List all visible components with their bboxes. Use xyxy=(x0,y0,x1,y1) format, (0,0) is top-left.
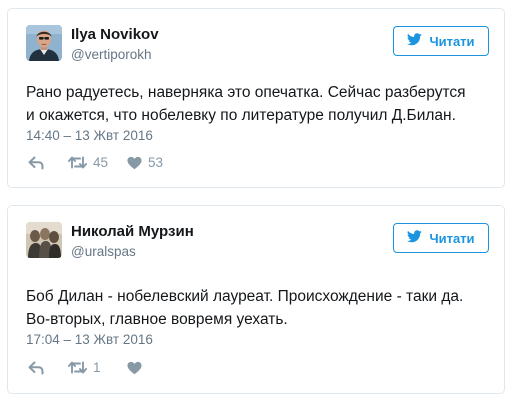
tweet-text-line: Боб Дилан - нобелевский лауреат. Происхо… xyxy=(26,288,464,305)
timestamp[interactable]: 14:40 – 13 Жвт 2016 xyxy=(26,128,153,143)
retweet-count: 45 xyxy=(93,155,109,170)
user-handle[interactable]: @vertiporokh xyxy=(71,47,152,62)
retweet-button[interactable]: 45 xyxy=(68,155,127,170)
follow-label: Читати xyxy=(429,33,475,49)
like-button[interactable] xyxy=(127,361,148,375)
retweet-count: 1 xyxy=(93,360,101,375)
twitter-bird-icon xyxy=(407,230,423,246)
heart-icon xyxy=(127,156,142,170)
reply-button[interactable] xyxy=(28,156,68,170)
follow-button[interactable]: Читати xyxy=(393,26,489,56)
heart-icon xyxy=(127,361,142,375)
retweet-icon xyxy=(68,361,87,374)
tweet-text-line: Во-вторых, главное вовремя уехать. xyxy=(26,311,288,328)
tweet-text: Боб Дилан - нобелевский лауреат. Происхо… xyxy=(26,285,496,331)
follow-label: Читати xyxy=(429,230,475,246)
tweet-text-line: и окажется, что нобелевку по литературе … xyxy=(26,107,456,124)
twitter-bird-icon xyxy=(407,33,423,49)
display-name[interactable]: Ilya Novikov xyxy=(71,26,159,43)
reply-icon xyxy=(28,361,44,375)
tweet-text-line: Рано радуетесь, наверняка это опечатка. … xyxy=(26,84,466,101)
tweet-card: Николай Мурзин @uralspas Читати Боб Дила… xyxy=(7,205,505,394)
avatar[interactable] xyxy=(26,25,62,61)
user-handle[interactable]: @uralspas xyxy=(71,244,136,259)
avatar[interactable] xyxy=(26,222,62,258)
follow-button[interactable]: Читати xyxy=(393,223,489,253)
display-name[interactable]: Николай Мурзин xyxy=(71,223,194,240)
tweet-card: Ilya Novikov @vertiporokh Читати Рано ра… xyxy=(7,8,505,188)
reply-icon xyxy=(28,156,44,170)
action-bar: 1 xyxy=(28,360,148,375)
reply-button[interactable] xyxy=(28,361,68,375)
like-count: 53 xyxy=(148,155,164,170)
tweet-text: Рано радуетесь, наверняка это опечатка. … xyxy=(26,81,496,127)
timestamp[interactable]: 17:04 – 13 Жвт 2016 xyxy=(26,332,153,347)
like-button[interactable]: 53 xyxy=(127,155,163,170)
retweet-icon xyxy=(68,156,87,169)
action-bar: 45 53 xyxy=(28,155,163,170)
retweet-button[interactable]: 1 xyxy=(68,360,127,375)
